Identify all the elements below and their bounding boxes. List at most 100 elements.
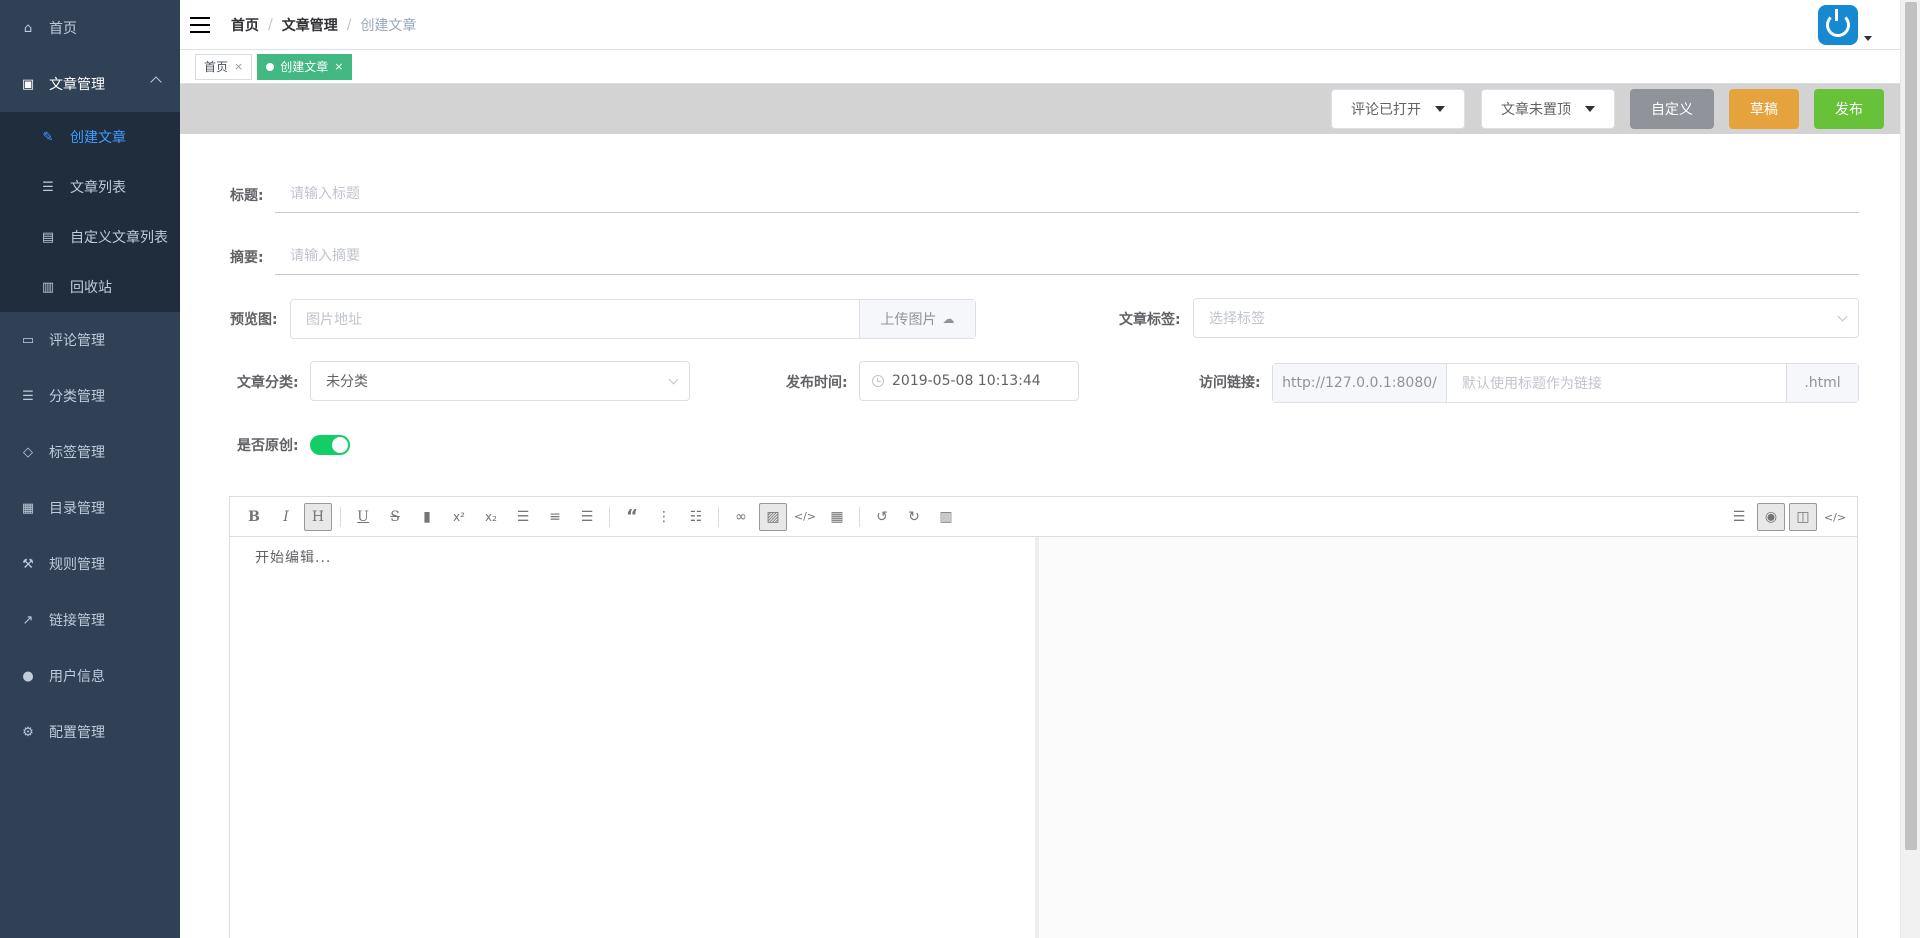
sidebar-item-create-article[interactable]: ✎ 创建文章 <box>0 112 180 162</box>
code-icon[interactable]: </> <box>791 503 819 531</box>
tag-home[interactable]: 首页 × <box>195 53 253 80</box>
comment-status-dropdown[interactable]: 评论已打开 <box>1331 89 1465 129</box>
tags-select[interactable]: 选择标签 <box>1193 298 1859 338</box>
page-scrollbar[interactable] <box>1900 0 1920 938</box>
publish-time-picker[interactable]: 2019-05-08 10:13:44 <box>859 361 1079 401</box>
sidebar-item-recycle-bin[interactable]: ▥ 回收站 <box>0 262 180 312</box>
scrollbar-thumb[interactable] <box>1905 2 1917 850</box>
tag-label: 创建文章 <box>280 60 329 74</box>
sidebar-item-comment-management[interactable]: ▭ 评论管理 <box>0 312 180 368</box>
sidebar-item-catalog-management[interactable]: ▦ 目录管理 <box>0 480 180 536</box>
upload-image-button[interactable]: 上传图片 ☁ <box>859 300 975 338</box>
top-status-dropdown[interactable]: 文章未置顶 <box>1481 89 1615 129</box>
sidebar-item-link-management[interactable]: ↗ 链接管理 <box>0 592 180 648</box>
publish-button[interactable]: 发布 <box>1814 89 1884 129</box>
comment-status-label: 评论已打开 <box>1351 102 1421 118</box>
sidebar-item-label: 分类管理 <box>49 389 105 405</box>
strikethrough-icon[interactable]: S <box>381 503 409 531</box>
rule-icon: ⚒ <box>22 556 34 572</box>
sidebar-item-tag-management[interactable]: ◇ 标签管理 <box>0 424 180 480</box>
sidebar-item-article-management[interactable]: ▣ 文章管理 <box>0 56 180 112</box>
source-code-icon[interactable]: </> <box>1821 503 1849 531</box>
sidebar-item-custom-article-list[interactable]: ▤ 自定义文章列表 <box>0 212 180 262</box>
split-view-icon[interactable]: ◫ <box>1789 503 1817 531</box>
user-avatar-dropdown[interactable] <box>1818 5 1872 45</box>
summary-placeholder: 请输入摘要 <box>290 247 360 264</box>
avatar[interactable] <box>1818 5 1858 45</box>
tag-create-article[interactable]: 创建文章 × <box>257 53 353 80</box>
sidebar-item-label: 文章列表 <box>70 180 126 196</box>
breadcrumb: 首页 / 文章管理 / 创建文章 <box>231 15 416 35</box>
chevron-down-icon <box>1837 311 1848 322</box>
sidebar: ⌂ 首页 ▣ 文章管理 ✎ 创建文章 ☰ 文章列表 ▤ 自定义文章列表 ▥ 回收… <box>0 0 180 938</box>
breadcrumb-article-management[interactable]: 文章管理 <box>282 15 338 35</box>
toolbar-divider <box>718 506 719 527</box>
align-left-icon[interactable]: ☰ <box>509 503 537 531</box>
custom-button[interactable]: 自定义 <box>1630 89 1714 129</box>
list-icon: ☰ <box>22 388 34 404</box>
heading-icon[interactable]: H <box>304 502 332 531</box>
preview-label: 预览图: <box>230 312 278 328</box>
table-icon[interactable]: ▦ <box>823 503 851 531</box>
chevron-up-icon <box>150 76 162 88</box>
ordered-list-icon[interactable]: ⋮ <box>650 503 678 531</box>
list-icon: ☰ <box>42 179 54 195</box>
tag-label: 首页 <box>204 60 229 74</box>
comment-icon: ▭ <box>21 332 35 348</box>
summary-input[interactable]: 请输入摘要 <box>275 235 1859 275</box>
summary-label: 摘要: <box>230 250 264 266</box>
preview-toggle-icon[interactable]: ◉ <box>1757 503 1785 531</box>
preview-image-input[interactable]: 图片地址 上传图片 ☁ <box>290 299 976 339</box>
sidebar-item-label: 标签管理 <box>49 445 105 461</box>
category-select[interactable]: 未分类 <box>310 361 690 401</box>
trash-icon[interactable]: ▥ <box>932 503 960 531</box>
close-icon[interactable]: × <box>234 60 243 73</box>
sidebar-item-home[interactable]: ⌂ 首页 <box>0 0 180 56</box>
unordered-list-icon[interactable]: ☷ <box>682 503 710 531</box>
sidebar-item-rule-management[interactable]: ⚒ 规则管理 <box>0 536 180 592</box>
upload-label: 上传图片 <box>880 312 937 328</box>
power-icon <box>1826 9 1850 37</box>
breadcrumb-home[interactable]: 首页 <box>231 15 259 35</box>
breadcrumb-create-article: 创建文章 <box>360 17 417 34</box>
close-icon[interactable]: × <box>334 60 343 73</box>
publish-time-value: 2019-05-08 10:13:44 <box>892 373 1041 389</box>
editor-input-pane[interactable]: 开始编辑... <box>230 537 1039 938</box>
hamburger-menu-icon[interactable] <box>190 16 210 33</box>
link-suffix: .html <box>1786 364 1858 402</box>
chevron-down-icon <box>668 374 679 385</box>
sidebar-item-config-management[interactable]: ⚙ 配置管理 <box>0 704 180 760</box>
sidebar-item-user-info[interactable]: ● 用户信息 <box>0 648 180 704</box>
title-input[interactable]: 请输入标题 <box>275 173 1859 213</box>
redo-icon[interactable]: ↻ <box>900 503 928 531</box>
link-icon[interactable]: ∞ <box>727 503 755 531</box>
original-toggle[interactable] <box>310 435 350 455</box>
subscript-icon[interactable]: x₂ <box>477 503 505 531</box>
image-icon[interactable]: ▨ <box>759 502 787 531</box>
underline-icon[interactable]: U <box>349 503 377 531</box>
toolbar-divider <box>340 506 341 527</box>
home-icon: ⌂ <box>23 20 33 36</box>
align-center-icon[interactable]: ≡ <box>541 503 569 531</box>
menu-icon[interactable]: ☰ <box>1725 503 1753 531</box>
superscript-icon[interactable]: x² <box>445 503 473 531</box>
draft-button[interactable]: 草稿 <box>1729 89 1799 129</box>
original-label: 是否原创: <box>237 438 299 454</box>
custom-doc-icon: ▤ <box>41 229 55 245</box>
sidebar-item-category-management[interactable]: ☰ 分类管理 <box>0 368 180 424</box>
sidebar-item-article-list[interactable]: ☰ 文章列表 <box>0 162 180 212</box>
link-input[interactable]: 默认使用标题作为链接 <box>1447 373 1786 393</box>
align-right-icon[interactable]: ☰ <box>573 503 601 531</box>
sidebar-item-label: 配置管理 <box>49 725 105 741</box>
bookmark-icon[interactable]: ▮ <box>413 503 441 531</box>
bold-icon[interactable]: B <box>240 503 268 531</box>
quote-icon[interactable]: “ <box>618 503 646 531</box>
italic-icon[interactable]: I <box>272 503 300 531</box>
gear-icon: ⚙ <box>22 724 34 740</box>
editor-body: 开始编辑... <box>230 537 1857 938</box>
markdown-editor: B I H U S ▮ x² x₂ ☰ ≡ ☰ “ ⋮ ☷ ∞ ▨ </> ▦ … <box>229 496 1858 938</box>
user-icon: ● <box>22 668 34 684</box>
action-bar: 评论已打开 文章未置顶 自定义 草稿 发布 <box>180 84 1900 134</box>
sidebar-item-label: 评论管理 <box>49 333 105 349</box>
undo-icon[interactable]: ↺ <box>868 503 896 531</box>
